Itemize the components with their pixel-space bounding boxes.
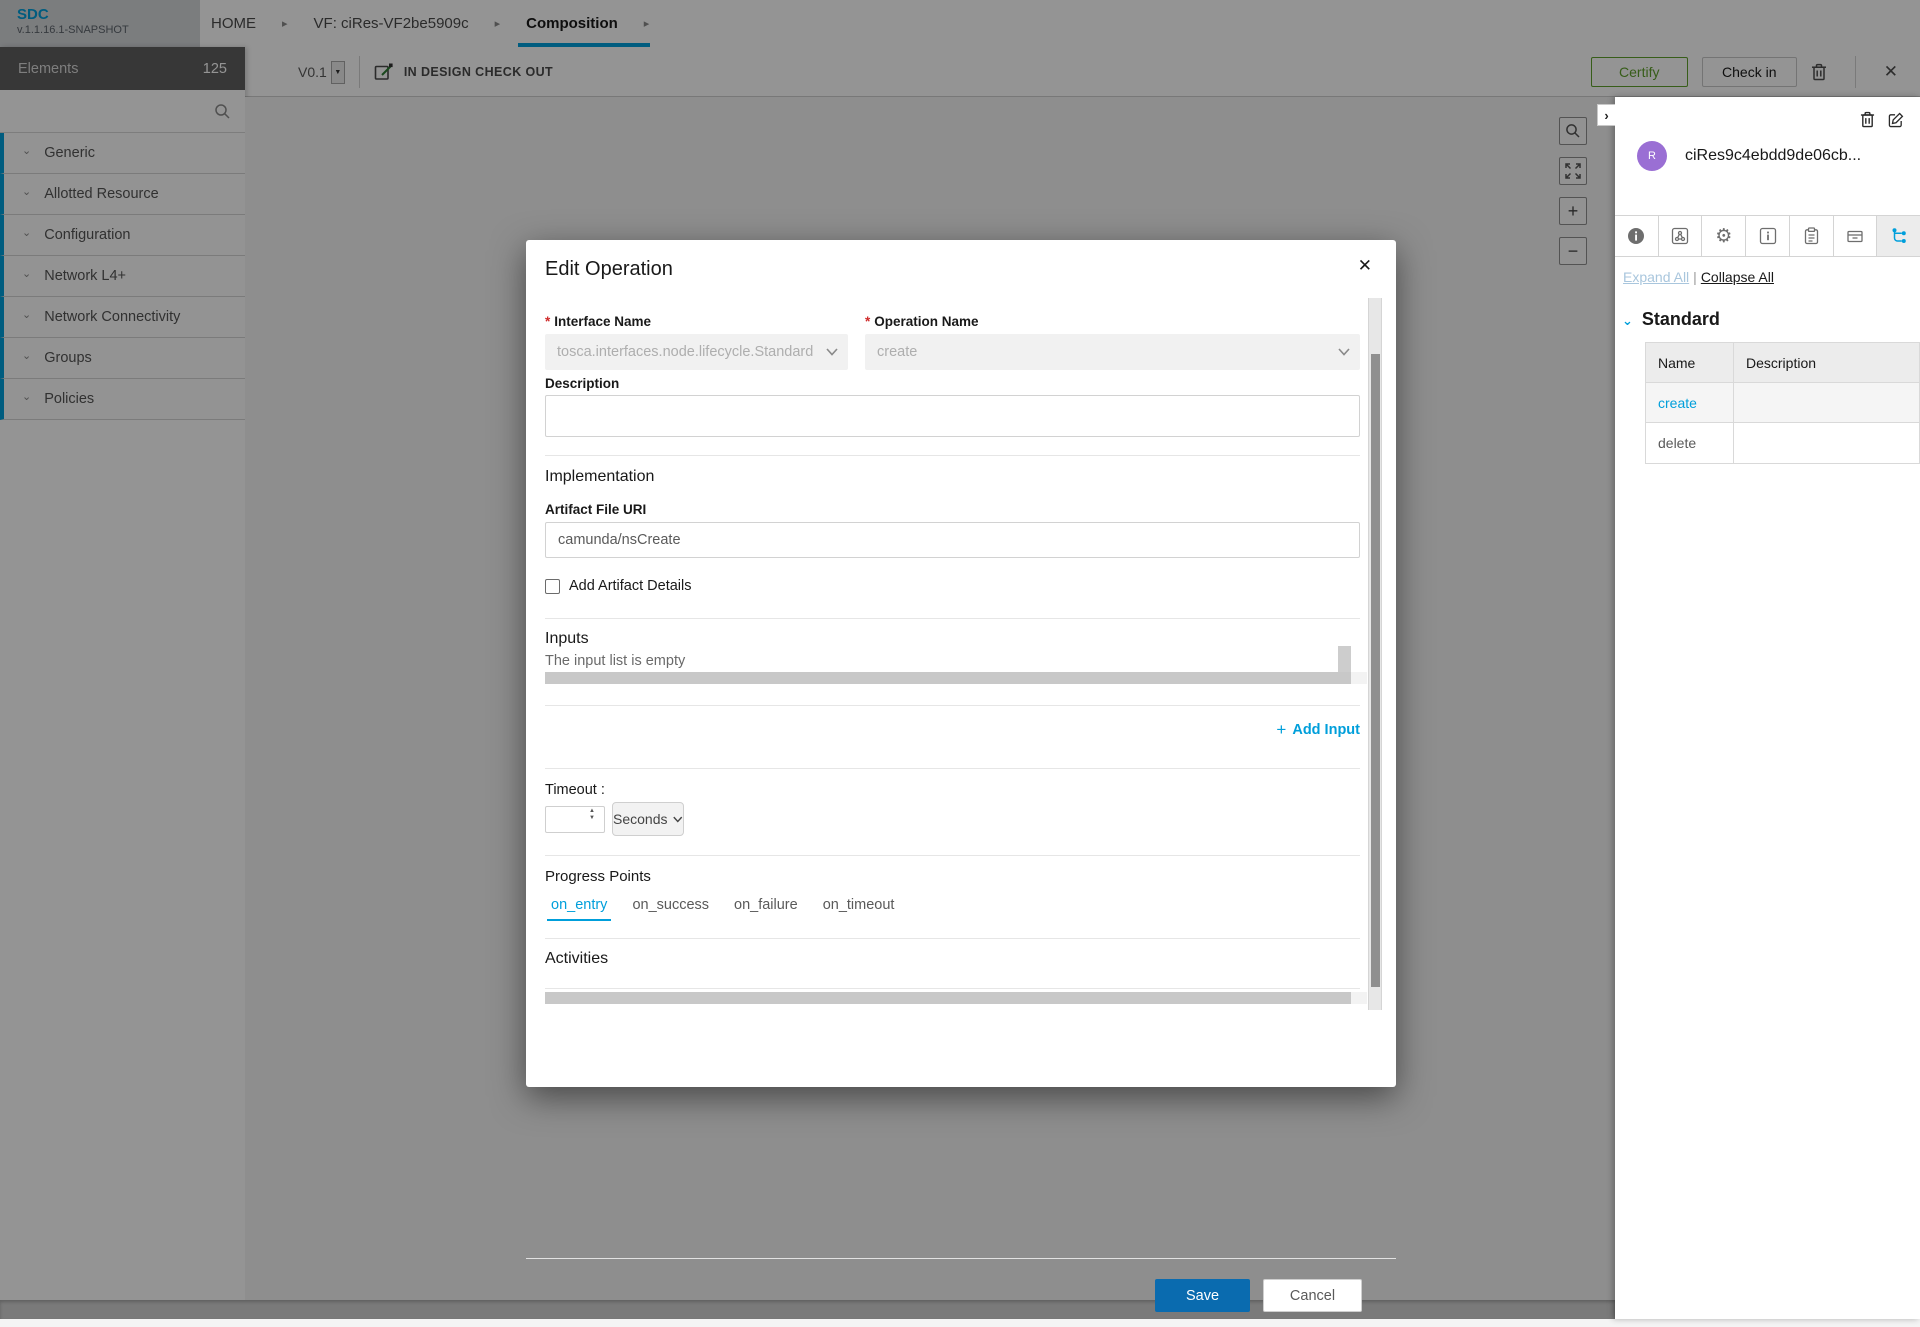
required-asterisk: *	[865, 314, 870, 329]
description-textarea[interactable]	[545, 395, 1360, 437]
expand-all-link[interactable]: Expand All	[1623, 269, 1689, 285]
table-row[interactable]: create	[1646, 383, 1920, 423]
inputs-horizontal-scrollbar[interactable]	[545, 672, 1367, 684]
operations-table: Name Description create delete	[1645, 342, 1920, 464]
plus-icon: +	[1276, 720, 1286, 740]
required-asterisk: *	[545, 314, 550, 329]
timeout-label: Timeout :	[545, 782, 605, 798]
divider	[545, 705, 1360, 706]
implementation-section-title: Implementation	[545, 468, 654, 486]
description-label: Description	[545, 376, 619, 391]
tab-on-timeout[interactable]: on_timeout	[819, 895, 899, 921]
tab-settings[interactable]: ⚙	[1702, 216, 1746, 256]
column-header-name: Name	[1646, 343, 1734, 382]
avatar: R	[1637, 141, 1667, 171]
save-button[interactable]: Save	[1155, 1279, 1250, 1312]
scrollbar-thumb[interactable]	[1371, 354, 1380, 987]
tab-on-success[interactable]: on_success	[628, 895, 713, 921]
activities-section-title: Activities	[545, 950, 608, 968]
component-detail-panel: › R ciRes9c4ebdd9de06cb...	[1615, 97, 1920, 1319]
inputs-vertical-scrollbar[interactable]	[1338, 646, 1351, 672]
tab-general-info[interactable]	[1615, 216, 1659, 256]
progress-points-section-title: Progress Points	[545, 868, 651, 885]
timeout-unit-select[interactable]: Seconds	[612, 802, 684, 836]
add-artifact-details-checkbox[interactable]: Add Artifact Details	[545, 578, 692, 594]
chevron-down-icon	[1338, 348, 1350, 356]
edit-component-icon[interactable]	[1888, 111, 1904, 128]
component-name: ciRes9c4ebdd9de06cb...	[1685, 147, 1861, 165]
activities-horizontal-scrollbar[interactable]	[545, 992, 1367, 1004]
scrollbar-thumb[interactable]	[545, 672, 1351, 684]
artifacts-tray-icon	[1846, 227, 1864, 245]
modal-footer: Save Cancel	[526, 1258, 1396, 1327]
modal-title: Edit Operation	[545, 258, 673, 281]
composition-icon	[1671, 227, 1689, 245]
close-icon[interactable]: ✕	[1358, 256, 1372, 276]
collapse-all-link[interactable]: Collapse All	[1701, 269, 1774, 285]
info-filled-icon	[1627, 227, 1645, 245]
links-separator: |	[1693, 269, 1697, 285]
operation-delete-link[interactable]: delete	[1646, 423, 1734, 463]
operation-name-label: *Operation Name	[865, 314, 979, 329]
progress-points-tabs: on_entry on_success on_failure on_timeou…	[547, 895, 898, 921]
inputs-empty-text: The input list is empty	[545, 653, 685, 669]
scrollbar-thumb[interactable]	[545, 992, 1351, 1004]
tab-requirements[interactable]	[1790, 216, 1834, 256]
operation-name-select[interactable]: create	[865, 334, 1360, 370]
checkbox-icon	[545, 579, 560, 594]
detail-panel-tabs: ⚙	[1615, 215, 1920, 257]
column-header-description: Description	[1734, 343, 1920, 382]
divider	[545, 768, 1360, 769]
inputs-section-title: Inputs	[545, 630, 589, 648]
operation-create-link[interactable]: create	[1646, 383, 1734, 422]
info-square-icon	[1759, 227, 1777, 245]
operation-create-description	[1734, 383, 1920, 422]
gear-icon: ⚙	[1715, 227, 1732, 246]
tab-on-failure[interactable]: on_failure	[730, 895, 802, 921]
interface-name-select[interactable]: tosca.interfaces.node.lifecycle.Standard	[545, 334, 848, 370]
tab-information[interactable]	[1746, 216, 1790, 256]
artifact-file-uri-label: Artifact File URI	[545, 502, 646, 517]
divider	[545, 618, 1360, 619]
chevron-down-icon[interactable]: ⌄	[1622, 313, 1633, 329]
number-stepper-icon[interactable]: ▲▼	[589, 808, 595, 821]
divider	[545, 455, 1360, 456]
divider	[545, 988, 1360, 989]
modal-vertical-scrollbar[interactable]	[1368, 298, 1382, 1010]
edit-operation-modal: Edit Operation ✕ *Interface Name *Operat…	[526, 240, 1396, 1087]
divider	[545, 855, 1360, 856]
chevron-down-icon	[673, 816, 683, 823]
clipboard-icon	[1803, 227, 1820, 245]
operation-delete-description	[1734, 423, 1920, 463]
cancel-button[interactable]: Cancel	[1263, 1279, 1362, 1312]
chevron-down-icon	[826, 348, 838, 356]
divider	[545, 938, 1360, 939]
tab-on-entry[interactable]: on_entry	[547, 895, 611, 921]
tab-operations[interactable]	[1877, 216, 1920, 256]
delete-component-icon[interactable]	[1860, 111, 1875, 128]
tab-artifacts[interactable]	[1834, 216, 1878, 256]
interface-section-title: Standard	[1642, 309, 1720, 330]
panel-collapse-button[interactable]: ›	[1597, 104, 1615, 126]
table-row[interactable]: delete	[1646, 423, 1920, 463]
interface-name-label: *Interface Name	[545, 314, 651, 329]
artifact-file-uri-input[interactable]	[545, 522, 1360, 558]
table-header-row: Name Description	[1646, 343, 1920, 383]
operations-workflow-icon	[1890, 227, 1908, 245]
tab-composition[interactable]	[1659, 216, 1703, 256]
timeout-input[interactable]	[545, 806, 605, 833]
add-input-button[interactable]: + Add Input	[1276, 720, 1360, 740]
